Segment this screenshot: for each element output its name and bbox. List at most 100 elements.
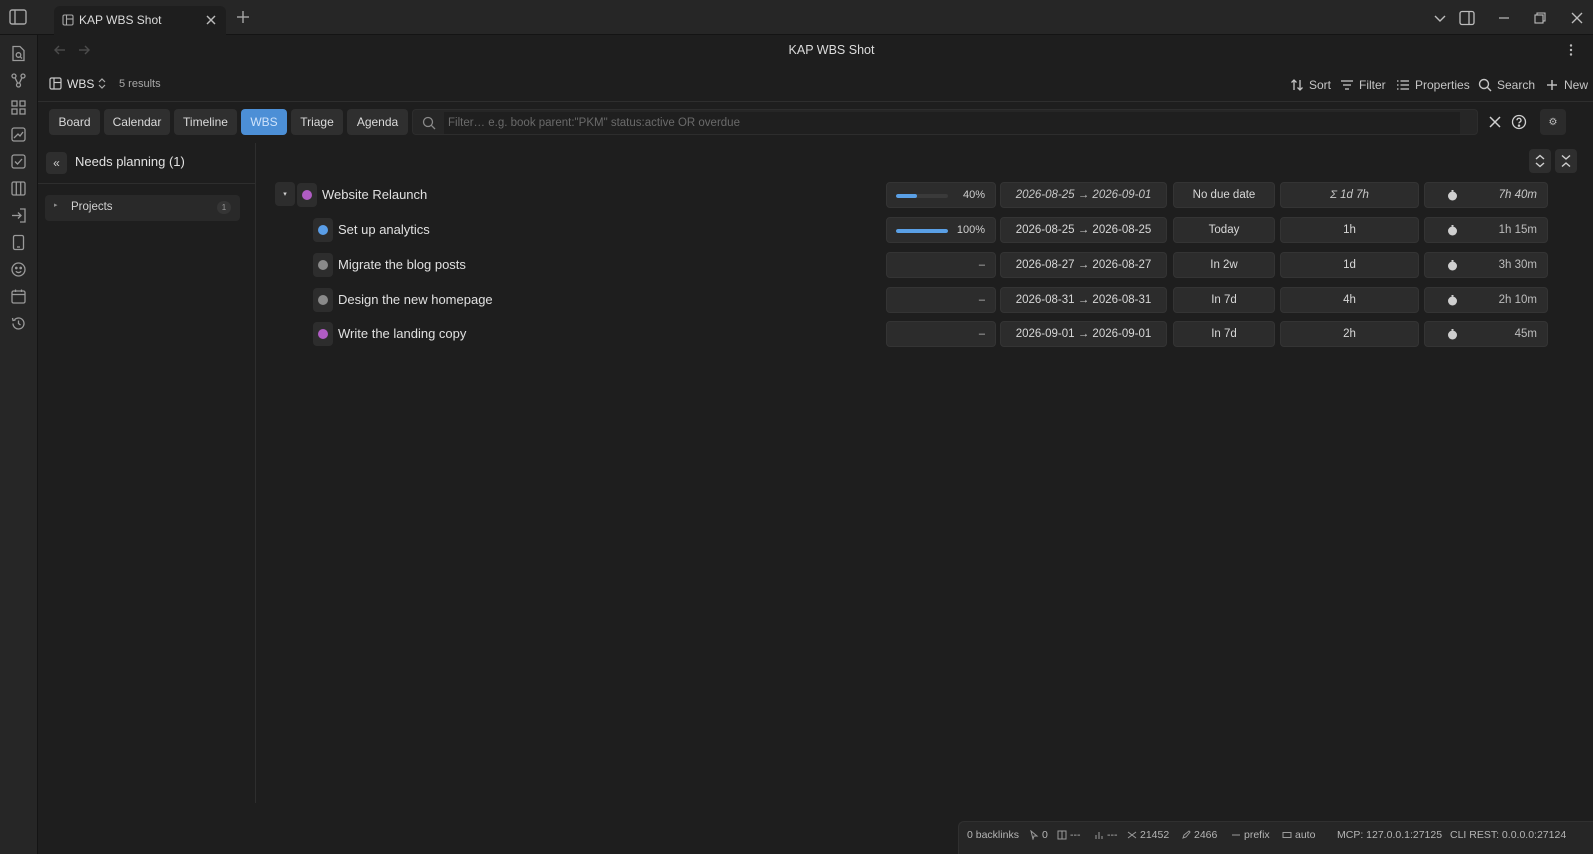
task-title[interactable]: Migrate the blog posts	[338, 257, 466, 272]
char-count[interactable]: 2466	[1181, 829, 1217, 841]
due-cell[interactable]: No due date	[1173, 182, 1275, 208]
date-range-cell[interactable]: 2026-08-25 → 2026-09-01	[1000, 182, 1167, 208]
task-title[interactable]: Write the landing copy	[338, 326, 466, 341]
tab-wbs[interactable]: WBS	[241, 109, 287, 135]
selection-indicator[interactable]: ---	[1057, 829, 1081, 841]
file-search-icon[interactable]	[10, 45, 27, 62]
history-icon[interactable]	[10, 315, 27, 332]
due-cell[interactable]: In 2w	[1173, 252, 1275, 278]
columns-icon[interactable]	[10, 180, 27, 197]
task-title[interactable]: Set up analytics	[338, 222, 430, 237]
task-row[interactable]: Write the landing copy – 2026-09-01 → 2026…	[270, 319, 1570, 347]
search-button[interactable]: Search	[1478, 76, 1535, 94]
progress-cell[interactable]: 100%	[886, 217, 996, 243]
status-toggle-button[interactable]	[313, 288, 333, 312]
checkbox-icon[interactable]	[10, 153, 27, 170]
date-range-cell[interactable]: 2026-09-01 → 2026-09-01	[1000, 321, 1167, 347]
import-icon[interactable]	[10, 207, 27, 224]
clear-filter-icon[interactable]	[1487, 114, 1503, 130]
new-button[interactable]: New	[1545, 76, 1588, 94]
task-title[interactable]: Design the new homepage	[338, 292, 493, 307]
base-view-selector[interactable]: WBS	[67, 77, 94, 91]
estimate-cell[interactable]: 1d	[1280, 252, 1419, 278]
minimize-icon[interactable]	[1496, 10, 1512, 26]
tab-calendar[interactable]: Calendar	[104, 109, 170, 135]
tab-board[interactable]: Board	[49, 109, 100, 135]
task-title[interactable]: Website Relaunch	[322, 187, 427, 202]
chart-indicator[interactable]: ---	[1094, 829, 1118, 841]
edits-indicator[interactable]: 0	[1029, 829, 1048, 841]
status-toggle-button[interactable]	[313, 218, 333, 242]
date-range-cell[interactable]: 2026-08-31 → 2026-08-31	[1000, 287, 1167, 313]
status-toggle-button[interactable]	[313, 322, 333, 346]
graph-icon[interactable]	[10, 72, 27, 89]
time-tracked-cell[interactable]: 7h 40m	[1424, 182, 1548, 208]
calendar-icon[interactable]	[10, 288, 27, 305]
status-toggle-button[interactable]	[297, 183, 317, 207]
prefix-indicator[interactable]: prefix	[1231, 829, 1270, 841]
progress-cell[interactable]: –	[886, 321, 996, 347]
tab-timeline[interactable]: Timeline	[174, 109, 237, 135]
smiley-icon[interactable]	[10, 261, 27, 278]
forward-arrow-icon[interactable]	[77, 43, 91, 57]
date-range-cell[interactable]: 2026-08-25 → 2026-08-25	[1000, 217, 1167, 243]
stopwatch-icon[interactable]	[1447, 190, 1458, 201]
dashboard-icon[interactable]	[10, 99, 27, 116]
stopwatch-icon[interactable]	[1447, 329, 1458, 340]
sort-button[interactable]: Sort	[1290, 76, 1331, 94]
view-settings-button[interactable]: ⚙	[1540, 109, 1566, 135]
status-toggle-button[interactable]	[313, 253, 333, 277]
time-tracked-cell[interactable]: 1h 15m	[1424, 217, 1548, 243]
collapse-all-button[interactable]	[1555, 149, 1577, 173]
filter-input[interactable]	[444, 112, 1460, 134]
task-row[interactable]: Design the new homepage – 2026-08-31 → 202…	[270, 285, 1570, 313]
time-tracked-cell[interactable]: 2h 10m	[1424, 287, 1548, 313]
estimate-cell[interactable]: 1h	[1280, 217, 1419, 243]
task-row[interactable]: Migrate the blog posts – 2026-08-27 → 2026…	[270, 250, 1570, 278]
due-cell[interactable]: Today	[1173, 217, 1275, 243]
canvas-icon[interactable]	[10, 126, 27, 143]
tab-active[interactable]: KAP WBS Shot	[54, 6, 226, 35]
close-icon[interactable]	[204, 13, 218, 27]
estimate-cell[interactable]: 4h	[1280, 287, 1419, 313]
properties-button[interactable]: Properties	[1396, 76, 1470, 94]
more-options-icon[interactable]	[1564, 43, 1578, 57]
due-cell[interactable]: In 7d	[1173, 287, 1275, 313]
stopwatch-icon[interactable]	[1447, 225, 1458, 236]
task-row[interactable]: Set up analytics 100% 2026-08-25 → 2026-08…	[270, 215, 1570, 243]
mode-indicator[interactable]: auto	[1282, 829, 1315, 841]
new-tab-icon[interactable]	[236, 10, 250, 24]
cli-rest-address: CLI REST: 0.0.0.0:27124	[1450, 829, 1567, 841]
expand-all-button[interactable]	[1529, 149, 1551, 173]
stopwatch-icon[interactable]	[1447, 260, 1458, 271]
filter-button[interactable]: Filter	[1340, 76, 1386, 94]
sidebar-toggle-icon[interactable]	[9, 9, 27, 25]
backlinks-count[interactable]: 0 backlinks	[967, 829, 1019, 841]
window-close-icon[interactable]	[1569, 10, 1585, 26]
expand-caret-icon[interactable]: ▾	[275, 182, 295, 206]
word-count[interactable]: 21452	[1127, 829, 1169, 841]
progress-cell[interactable]: 40%	[886, 182, 996, 208]
estimate-cell[interactable]: 2h	[1280, 321, 1419, 347]
progress-cell[interactable]: –	[886, 252, 996, 278]
restore-icon[interactable]	[1532, 10, 1548, 26]
progress-cell[interactable]: –	[886, 287, 996, 313]
collapse-panel-button[interactable]: «	[46, 152, 67, 174]
tab-agenda[interactable]: Agenda	[347, 109, 408, 135]
date-range-cell[interactable]: 2026-08-27 → 2026-08-27	[1000, 252, 1167, 278]
help-icon[interactable]	[1511, 114, 1527, 130]
due-cell[interactable]: In 7d	[1173, 321, 1275, 347]
time-tracked-cell[interactable]: 45m	[1424, 321, 1548, 347]
estimate-cell[interactable]: Σ 1d 7h	[1280, 182, 1419, 208]
tablet-icon[interactable]	[10, 234, 27, 251]
back-arrow-icon[interactable]	[53, 43, 67, 57]
right-sidebar-toggle-icon[interactable]	[1459, 10, 1475, 26]
status-dot	[318, 225, 328, 235]
tab-triage[interactable]: Triage	[291, 109, 343, 135]
group-item-projects[interactable]: ▸ Projects 1	[45, 195, 240, 221]
stopwatch-icon[interactable]	[1447, 295, 1458, 306]
chevron-updown-icon[interactable]	[97, 77, 107, 90]
task-row[interactable]: ▾ Website Relaunch 40% 2026-08-25 → 2026-09…	[270, 180, 1570, 208]
time-tracked-cell[interactable]: 3h 30m	[1424, 252, 1548, 278]
chevron-down-icon[interactable]	[1432, 10, 1448, 26]
